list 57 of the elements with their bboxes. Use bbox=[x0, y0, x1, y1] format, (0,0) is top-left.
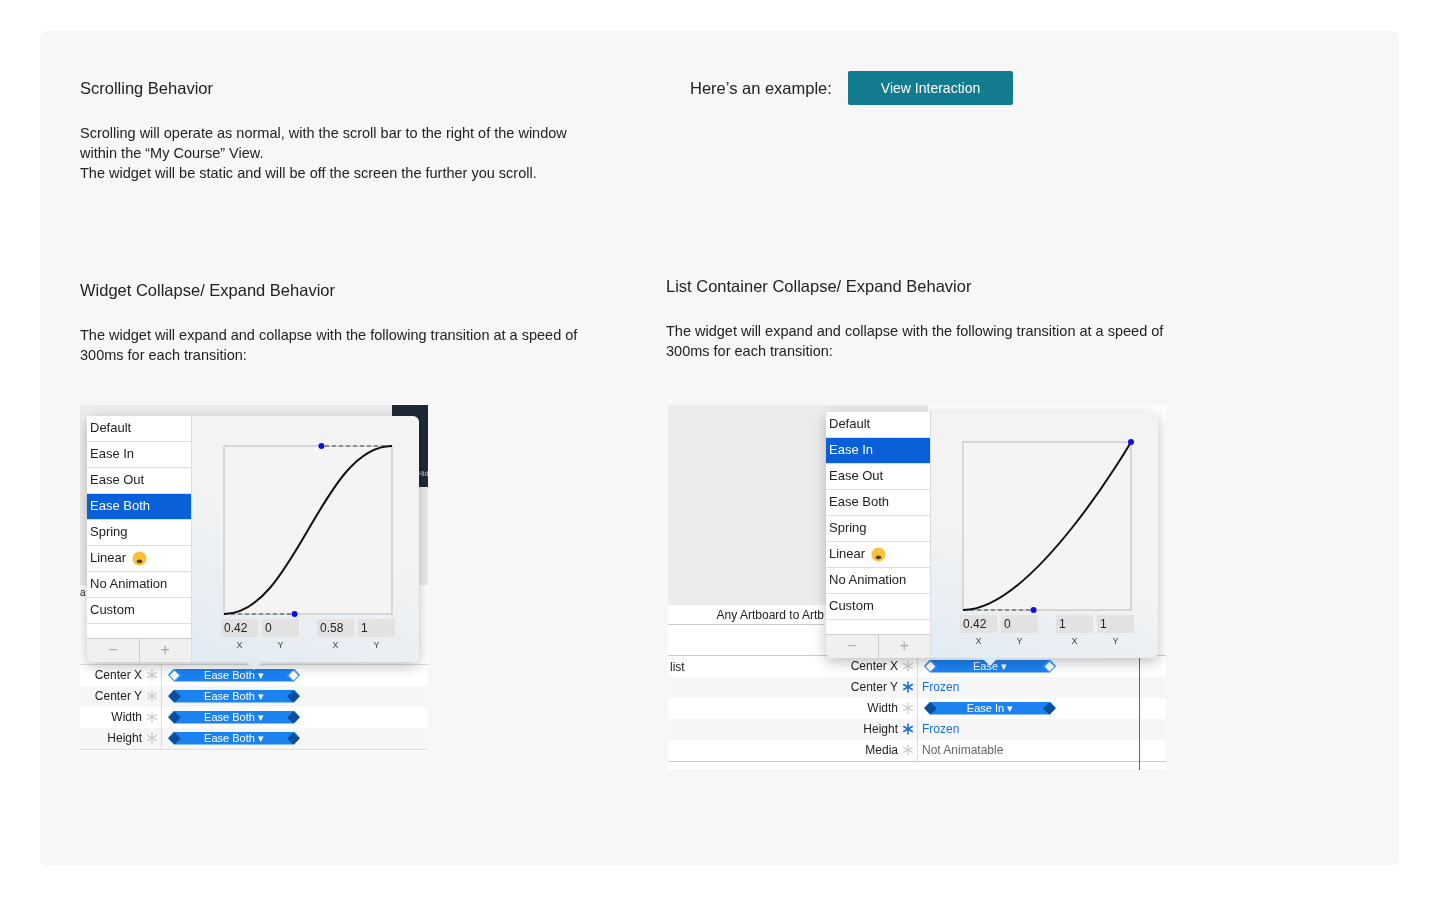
transition-dropdown[interactable]: Ease ▾ bbox=[924, 659, 1056, 673]
paragraph: The widget will expand and collapse with the following transition at a speed of 300ms for each transition: bbox=[666, 321, 1165, 361]
transition-dropdown[interactable]: Ease In ▾ bbox=[924, 701, 1056, 715]
layer-label: a bbox=[80, 585, 86, 600]
number-field[interactable]: 0 bbox=[262, 618, 299, 637]
snowflake-icon[interactable] bbox=[902, 681, 914, 694]
property-name: Height bbox=[107, 731, 142, 746]
snowflake-icon[interactable] bbox=[902, 723, 914, 736]
number-field[interactable]: 0.42 bbox=[960, 614, 997, 633]
property-name: Center Y bbox=[94, 689, 142, 704]
snowflake-icon[interactable] bbox=[902, 660, 914, 673]
easing-curve-graph[interactable] bbox=[960, 438, 1134, 613]
property-name: Center X bbox=[94, 668, 142, 683]
property-name: Height bbox=[863, 722, 898, 737]
section-title: Scrolling Behavior bbox=[80, 79, 214, 99]
number-field[interactable]: 1 bbox=[1097, 614, 1134, 633]
axis-label: Y bbox=[373, 638, 380, 652]
paragraph: Scrolling will operate as normal, with the scroll bar to the right of the window within the “My Course” View. bbox=[80, 123, 568, 163]
menu-item[interactable]: Ease Both bbox=[87, 493, 191, 520]
axis-label: Y bbox=[1016, 634, 1023, 648]
section-title: Widget Collapse/ Expand Behavior bbox=[80, 280, 336, 301]
frozen-label: Frozen bbox=[922, 679, 960, 697]
axis-label: X bbox=[975, 634, 982, 648]
view-interaction-button[interactable]: View Interaction bbox=[847, 71, 1014, 105]
number-field[interactable]: 1 bbox=[358, 618, 395, 637]
popover-pointer bbox=[245, 660, 263, 670]
axis-label: Y bbox=[277, 638, 284, 652]
property-name: Center Y bbox=[850, 680, 898, 695]
transition-dropdown[interactable]: Ease Both ▾ bbox=[168, 710, 300, 724]
menu-item[interactable]: Default bbox=[826, 411, 930, 438]
number-field[interactable]: 1 bbox=[1056, 614, 1093, 633]
paragraph: The widget will expand and collapse with the following transition at a speed of 300ms for each transition: bbox=[80, 325, 579, 365]
paragraph: The widget will be static and will be off the screen the further you scroll. bbox=[80, 163, 538, 183]
easing-curve-graph[interactable] bbox=[221, 442, 395, 617]
transition-dropdown[interactable]: Ease Both ▾ bbox=[168, 668, 300, 682]
axis-label: X bbox=[236, 638, 243, 652]
property-name: Width bbox=[111, 710, 142, 725]
axis-label: X bbox=[1071, 634, 1078, 648]
emoji-icon bbox=[871, 546, 887, 562]
number-field[interactable]: 0.42 bbox=[221, 618, 258, 637]
property-name: Width bbox=[867, 701, 898, 716]
property-name: Media bbox=[865, 743, 898, 758]
layer-label: list bbox=[670, 658, 685, 676]
axis-label: X bbox=[332, 638, 339, 652]
menu-item[interactable]: Default bbox=[87, 415, 191, 442]
number-field[interactable]: 0.58 bbox=[317, 618, 354, 637]
property-name: Center X bbox=[850, 659, 898, 674]
transition-dropdown[interactable]: Ease Both ▾ bbox=[168, 731, 300, 745]
axis-label: Y bbox=[1112, 634, 1119, 648]
transition-dropdown[interactable]: Ease Both ▾ bbox=[168, 689, 300, 703]
menu-item[interactable]: Ease In bbox=[826, 437, 930, 464]
number-field[interactable]: 0 bbox=[1001, 614, 1038, 633]
section-title: List Container Collapse/ Expand Behavior bbox=[666, 276, 973, 297]
status-label: Not Animatable bbox=[922, 742, 1004, 760]
example-label: Here’s an example: bbox=[690, 77, 832, 99]
frozen-label: Frozen bbox=[922, 721, 960, 739]
emoji-icon bbox=[132, 550, 148, 566]
